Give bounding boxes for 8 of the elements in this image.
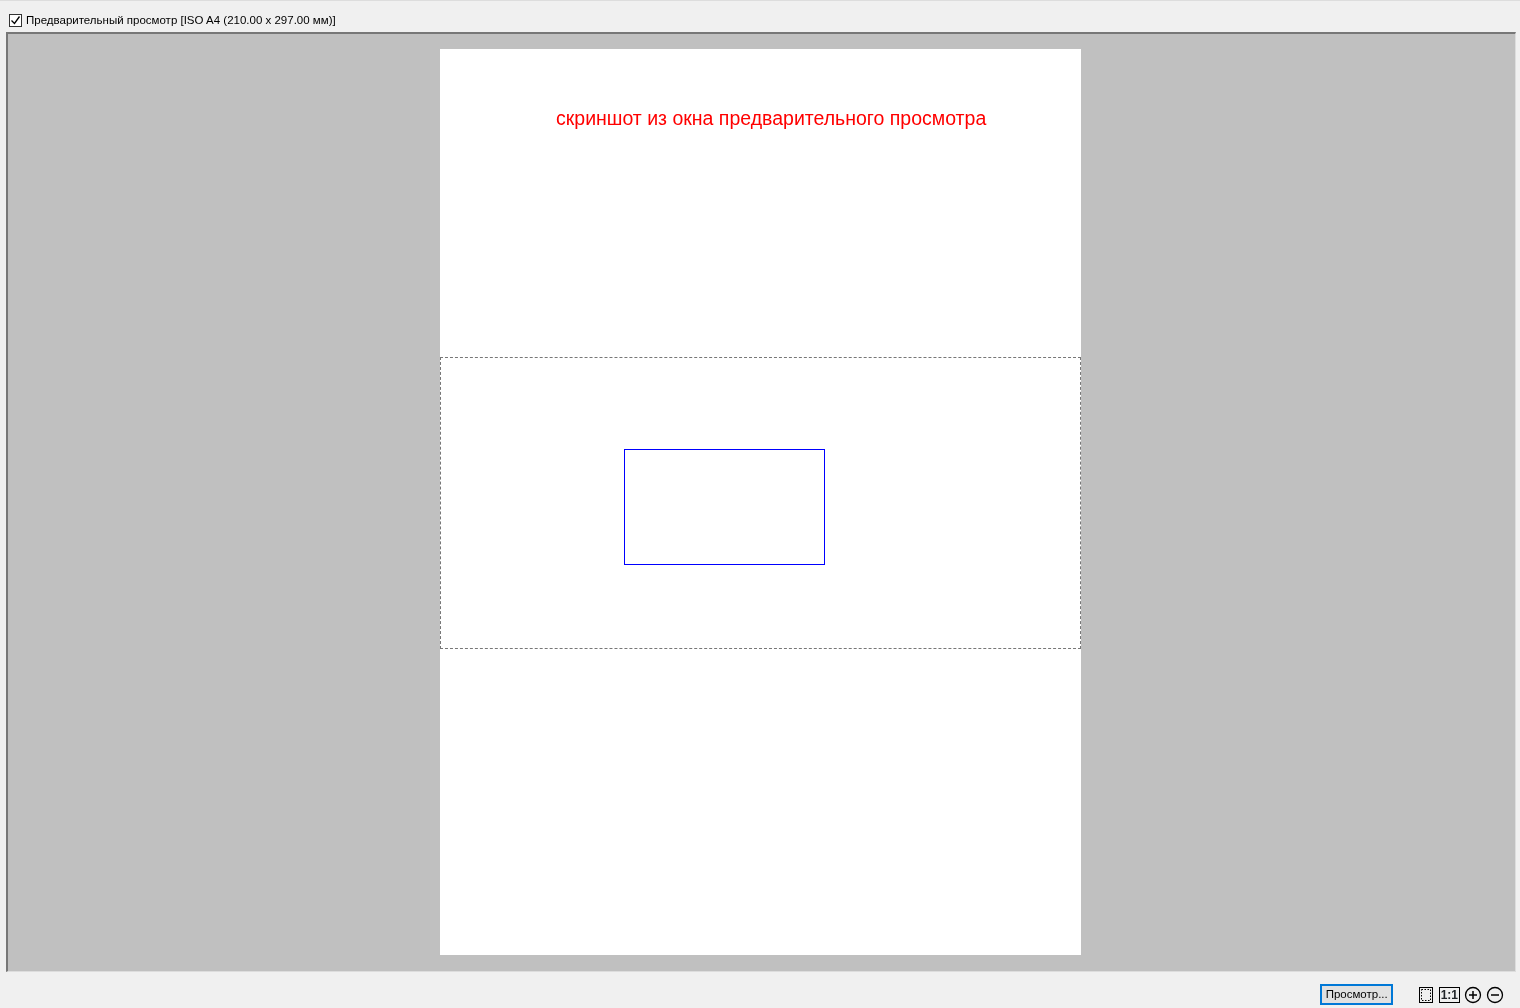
zoom-in-icon[interactable] <box>1464 985 1482 1004</box>
page-caption: скриншот из окна предварительного просмотра <box>556 106 987 131</box>
preview-checkbox[interactable] <box>9 14 22 27</box>
preview-label: Предварительный просмотр [ISO A4 (210.00 x 297.00 мм)] <box>26 12 336 28</box>
preview-button[interactable]: Просмотр... <box>1319 984 1393 1005</box>
zoom-out-icon[interactable] <box>1486 985 1504 1004</box>
actual-size-button[interactable]: 1:1 <box>1438 986 1460 1003</box>
fit-page-icon[interactable] <box>1416 985 1435 1004</box>
